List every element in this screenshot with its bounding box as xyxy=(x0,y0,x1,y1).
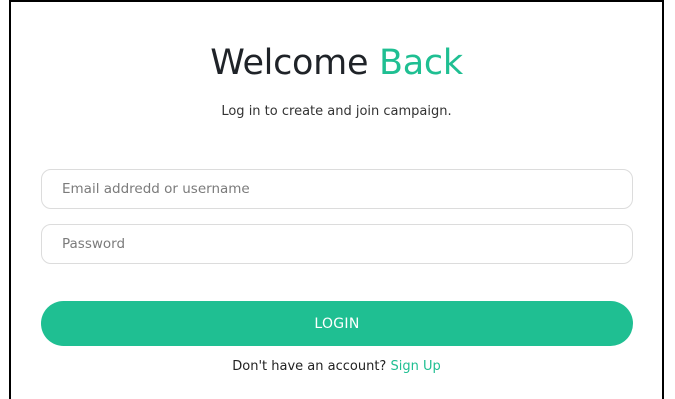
signup-link[interactable]: Sign Up xyxy=(390,359,440,374)
signup-prompt-text: Don't have an account? xyxy=(232,359,387,374)
password-field[interactable] xyxy=(41,224,633,264)
page-title: Welcome Back xyxy=(11,40,662,86)
page-subtitle: Log in to create and join campaign. xyxy=(221,104,452,119)
title-accent: Back xyxy=(379,43,463,83)
login-card: Welcome Back Log in to create and join c… xyxy=(9,0,664,399)
email-field[interactable] xyxy=(41,169,633,209)
title-main: Welcome xyxy=(210,43,369,83)
login-button[interactable]: LOGIN xyxy=(41,301,633,346)
signup-prompt: Don't have an account? Sign Up xyxy=(11,358,662,376)
